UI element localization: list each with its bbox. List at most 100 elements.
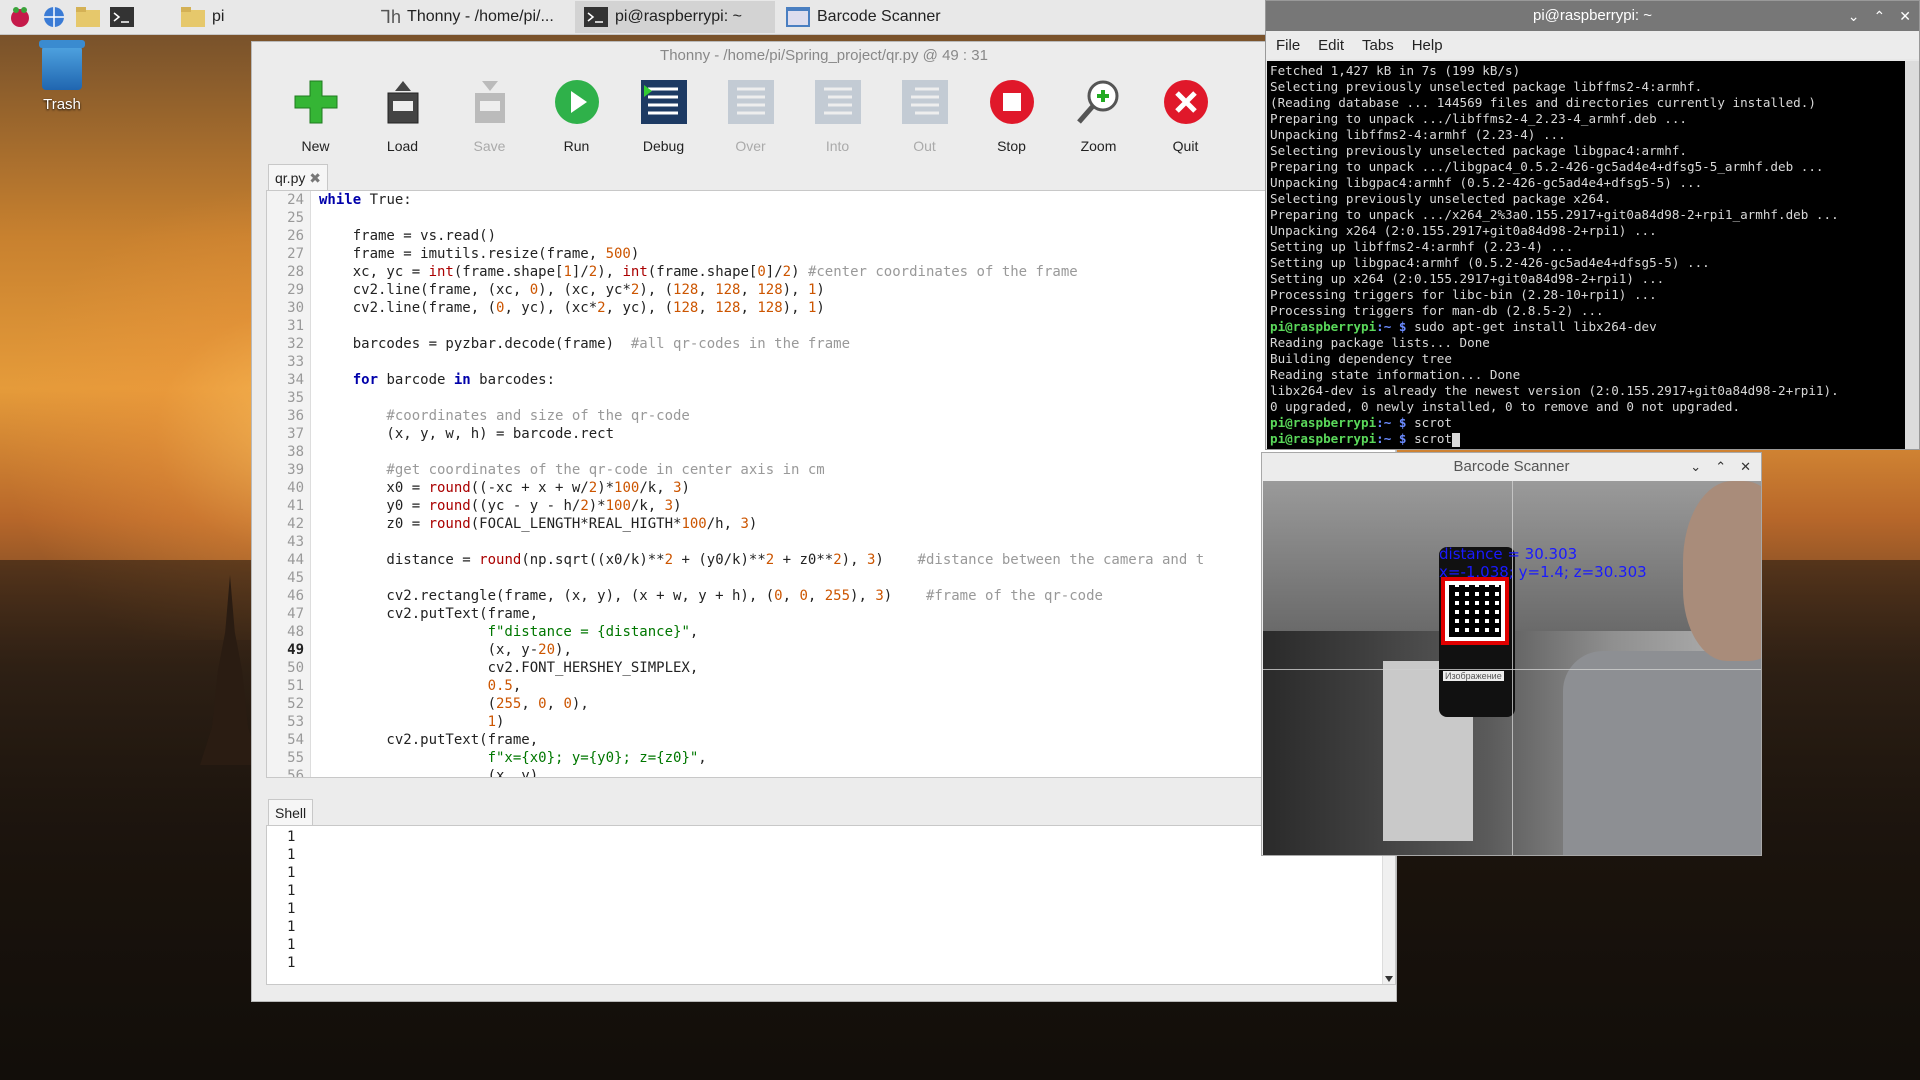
code-line: barcodes = pyzbar.decode(frame) #all qr-… [319,336,851,352]
terminal-line: Setting up libgpac4:armhf (0.5.2-426-gc5… [1270,255,1710,270]
shell-output-line: 1 [287,955,296,971]
terminal-prompt-line: pi@raspberrypi:~ $ scrot [1270,431,1905,447]
terminal-scrollbar[interactable] [1905,61,1919,449]
line-number: 51 [287,678,304,694]
scroll-down-icon[interactable] [1385,976,1393,982]
terminal-icon [584,7,608,27]
terminal-line: Processing triggers for libc-bin (2.28-1… [1270,287,1657,302]
line-number: 40 [287,480,304,496]
line-number: 54 [287,732,304,748]
line-number: 30 [287,300,304,316]
save-button[interactable]: Save [446,70,533,178]
maximize-icon[interactable]: ⌃ [1715,453,1726,481]
code-line: y0 = round((yc - y - h/2)*100/k, 3) [319,498,682,514]
code-editor[interactable]: 24 25 26 27 28 29 30 31 32 33 34 35 36 37 38 39 40 41 42 43… [266,190,1396,778]
shell-console[interactable]: 1 1 1 1 1 1 1 1 [266,825,1396,985]
line-number: 26 [287,228,304,244]
code-line: xc, yc = int(frame.shape[1]/2), int(fram… [319,264,1078,280]
maximize-icon[interactable]: ⌃ [1874,1,1886,31]
shell-output-line: 1 [287,865,296,881]
code-area[interactable]: while True: frame = vs.read() frame = im… [319,191,1395,777]
code-line: cv2.FONT_HERSHEY_SIMPLEX, [319,660,699,676]
terminal-line: Preparing to unpack .../x264_2%3a0.155.2… [1270,207,1839,222]
line-number: 48 [287,624,304,640]
terminal-output[interactable]: Fetched 1,427 kB in 7s (199 kB/s) Selecti… [1267,61,1905,449]
folder-icon [181,7,205,27]
line-number: 47 [287,606,304,622]
line-number: 35 [287,390,304,406]
task-thonny[interactable]: Ꞁh Thonny - /home/pi/... [373,1,573,33]
task-label: pi@raspberrypi: ~ [615,8,742,25]
close-icon[interactable]: ✕ [1899,1,1911,31]
raspberry-menu-icon[interactable] [6,3,34,31]
step-into-button[interactable]: Into [794,70,881,178]
new-button[interactable]: New [272,70,359,178]
run-button[interactable]: Run [533,70,620,178]
file-manager-icon[interactable] [74,3,102,31]
line-number: 43 [287,534,304,550]
thonny-window: Thonny - /home/pi/Spring_project/qr.py @… [251,41,1397,1002]
debug-icon [638,76,690,128]
line-number: 34 [287,372,304,388]
code-line: cv2.putText(frame, [319,732,539,748]
task-terminal[interactable]: pi@raspberrypi: ~ [575,1,775,33]
tab-qr-py[interactable]: qr.py ✖ [268,164,328,191]
terminal-launcher-icon[interactable] [108,3,136,31]
desktop-trash[interactable]: Trash [39,40,85,113]
prompt-path: :~ $ [1376,431,1407,446]
task-pi-folder[interactable]: pi [172,1,232,33]
minimize-icon[interactable]: ⌄ [1690,453,1701,481]
step-over-button[interactable]: Over [707,70,794,178]
terminal-line: Selecting previously unselected package … [1270,143,1688,158]
task-label: pi [212,8,225,25]
line-numbers: 24 25 26 27 28 29 30 31 32 33 34 35 36 37 38 39 40 41 42 43… [267,191,311,777]
shell-output-line: 1 [287,901,296,917]
prompt-user: pi@raspberrypi [1270,431,1377,446]
trash-icon [39,40,85,90]
terminal-prompt-line: pi@raspberrypi:~ $ scrot [1270,415,1905,431]
menu-tabs[interactable]: Tabs [1362,37,1394,54]
close-icon[interactable]: ✕ [1740,453,1751,481]
code-line: (x, y, w, h) = barcode.rect [319,426,615,442]
stop-icon [986,76,1038,128]
terminal-window: pi@raspberrypi: ~ ⌄ ⌃ ✕ File Edit Tabs H… [1265,0,1920,450]
step-out-button[interactable]: Out [881,70,968,178]
menu-edit[interactable]: Edit [1318,37,1344,54]
code-line: 0.5, [487,678,522,694]
terminal-line: Setting up x264 (2:0.155.2917+git0a84d98… [1270,271,1665,286]
line-number: 31 [287,318,304,334]
step-into-icon [812,76,864,128]
terminal-line: Unpacking libffms2-4:armhf (2.23-4) ... [1270,127,1566,142]
prompt-command: sudo apt-get install libx264-dev [1406,319,1657,334]
code-line: f"distance = {distance}", [487,624,699,640]
step-out-icon [899,76,951,128]
task-barcode-scanner[interactable]: Barcode Scanner [777,1,977,33]
tab-shell[interactable]: Shell [268,799,314,826]
menu-file[interactable]: File [1276,37,1300,54]
prompt-path: :~ $ [1376,415,1407,430]
browser-icon[interactable] [40,3,68,31]
close-tab-icon[interactable]: ✖ [309,170,321,186]
stop-button[interactable]: Stop [968,70,1055,178]
code-line: distance = round(np.sqrt((x0/k)**2 + (y0… [319,552,1205,568]
line-number: 42 [287,516,304,532]
line-number: 25 [287,210,304,226]
play-icon [551,76,603,128]
code-line: cv2.rectangle(frame, (x, y), (x + w, y +… [319,588,1103,604]
menu-help[interactable]: Help [1412,37,1443,54]
camera-feed: Изображение distance = 30.303 x=-1.038; … [1263,481,1761,855]
terminal-line: Unpacking libgpac4:armhf (0.5.2-426-gc5a… [1270,175,1703,190]
minimize-icon[interactable]: ⌄ [1848,1,1860,31]
debug-button[interactable]: Debug [620,70,707,178]
line-number: 27 [287,246,304,262]
task-label: Thonny - /home/pi/... [407,8,554,25]
quit-button[interactable]: Quit [1142,70,1229,178]
editor-tabs: qr.py ✖ [268,164,328,191]
load-button[interactable]: Load [359,70,446,178]
zoom-button[interactable]: Zoom [1055,70,1142,178]
window-title: Thonny - /home/pi/Spring_project/qr.py @… [660,47,988,64]
terminal-line: Unpacking x264 (2:0.155.2917+git0a84d98-… [1270,223,1657,238]
